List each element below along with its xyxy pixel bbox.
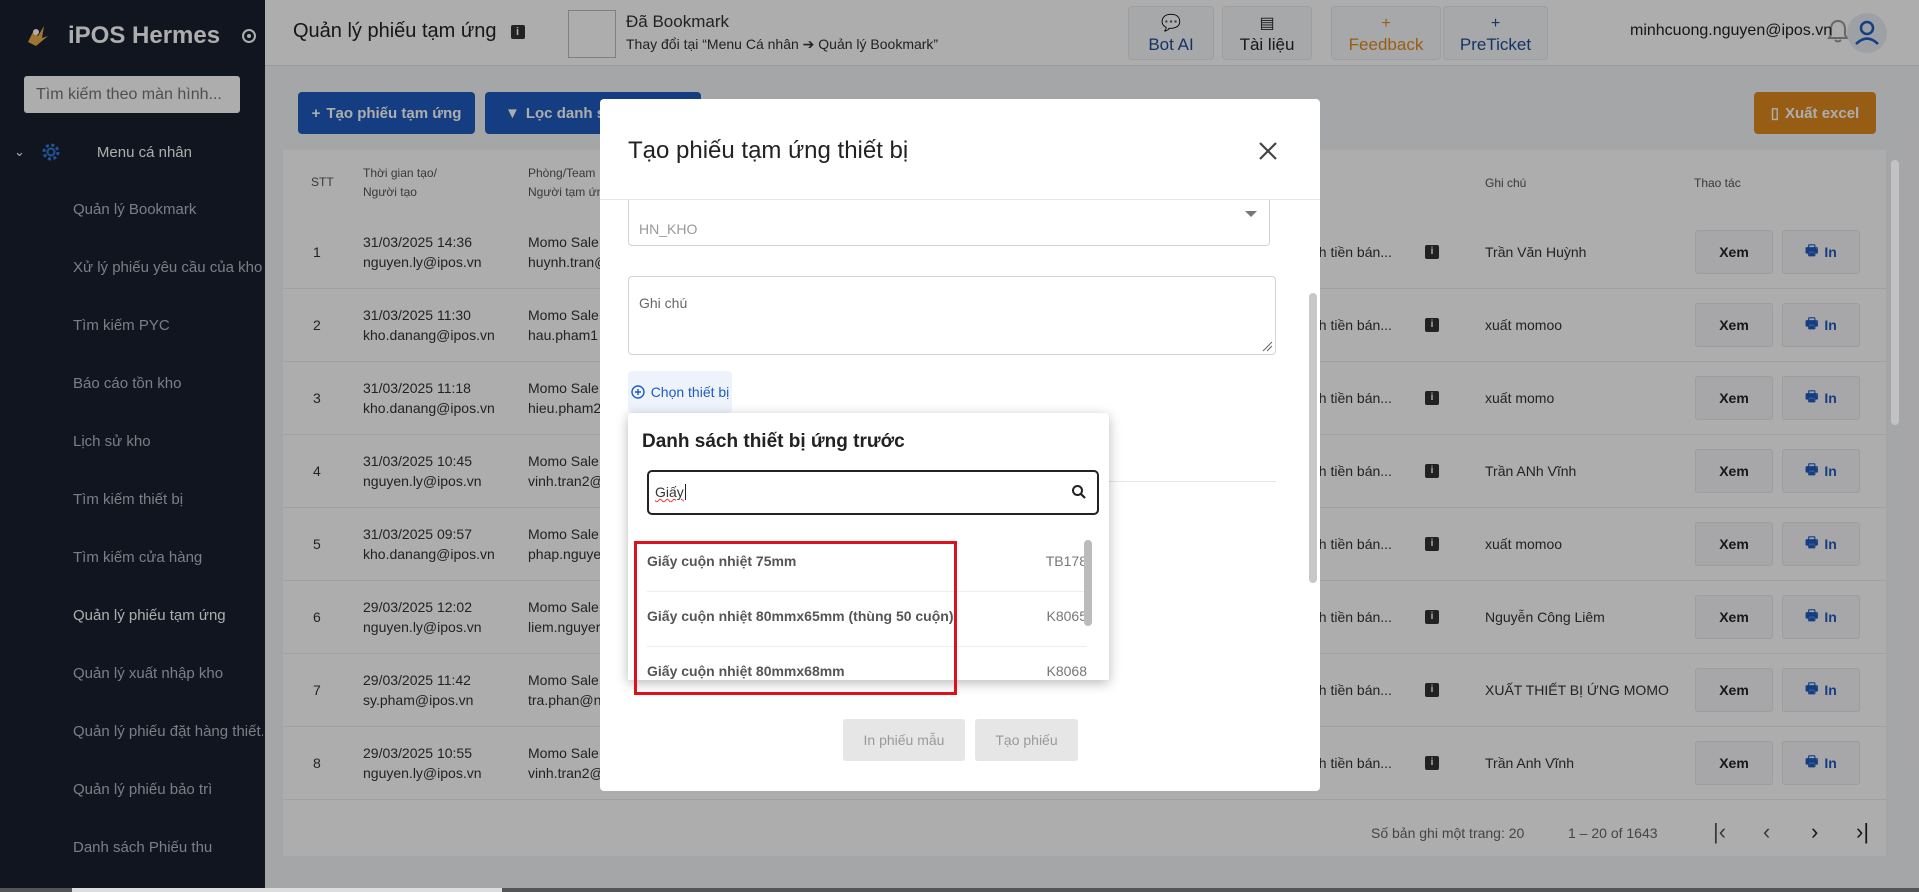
modal-scrollbar[interactable] bbox=[1309, 293, 1317, 583]
text-cursor bbox=[684, 484, 686, 500]
panel-title: Danh sách thiết bị ứng trước bbox=[642, 431, 905, 452]
close-icon[interactable] bbox=[1254, 137, 1282, 165]
choose-device-label: Chọn thiết bị bbox=[650, 384, 730, 400]
search-icon[interactable] bbox=[1071, 484, 1087, 500]
highlight-box bbox=[634, 541, 957, 695]
warehouse-select[interactable]: HN_KHO bbox=[628, 200, 1270, 246]
device-search-value: Giấy bbox=[655, 484, 684, 500]
note-placeholder: Ghi chú bbox=[639, 295, 688, 311]
device-result-code: K8068 bbox=[1046, 663, 1087, 679]
resize-handle-icon[interactable] bbox=[1261, 340, 1273, 352]
print-sample-button[interactable]: In phiếu mẫu bbox=[843, 719, 965, 761]
warehouse-value: HN_KHO bbox=[639, 221, 698, 237]
device-search-input[interactable]: Giấy bbox=[647, 470, 1099, 515]
bottom-bar-thumb bbox=[72, 888, 502, 892]
choose-device-button[interactable]: Chọn thiết bị bbox=[628, 371, 732, 413]
page-scrollbar[interactable] bbox=[1891, 160, 1899, 425]
caret-down-icon bbox=[1245, 211, 1257, 217]
device-result-code: TB178 bbox=[1045, 553, 1087, 569]
panel-scrollbar[interactable] bbox=[1084, 540, 1092, 626]
modal-title: Tạo phiếu tạm ứng thiết bị bbox=[628, 137, 909, 164]
plus-circle-icon bbox=[630, 385, 645, 399]
note-textarea[interactable]: Ghi chú bbox=[628, 276, 1276, 355]
create-slip-button[interactable]: Tạo phiếu bbox=[975, 719, 1078, 761]
device-result-code: K8065 bbox=[1046, 608, 1087, 624]
